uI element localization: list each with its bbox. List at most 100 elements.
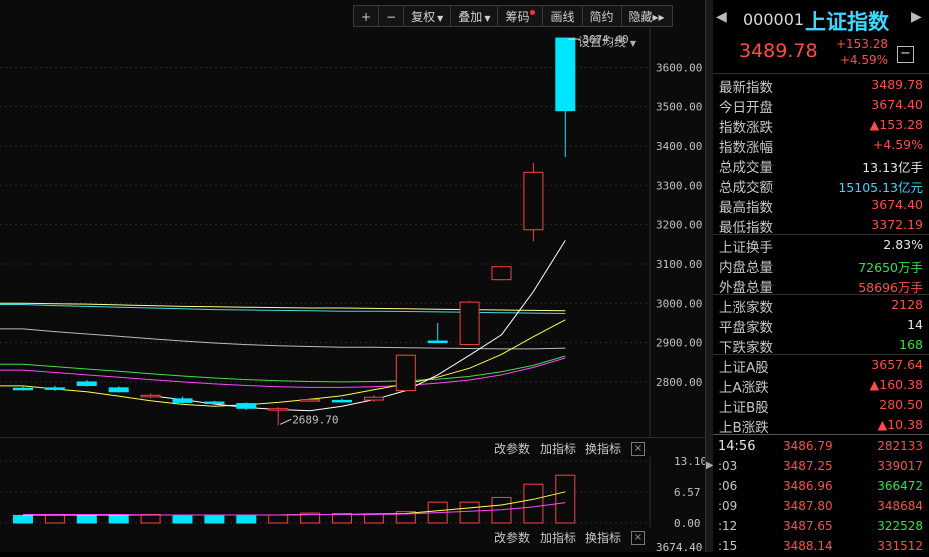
kline-chart-area[interactable]: + − 复权 ▼ 叠加 ▼ 筹码 画线 简约 隐藏▸▸ 设置均线 ▼ 3600.00… [0, 0, 705, 554]
change-value: +153.28 [835, 37, 888, 51]
quote-row-value: 3657.64 [871, 357, 923, 372]
y-tick-label: 3200.00 [656, 219, 702, 232]
change-params-button-2[interactable]: 改参数 [494, 529, 530, 546]
ma120-line [0, 304, 566, 314]
tick-time: :15 [718, 539, 738, 553]
y-tick-label: 3300.00 [656, 179, 702, 192]
candle-up [268, 408, 289, 411]
switch-indicator-button-2[interactable]: 换指标 [585, 529, 621, 546]
volume-bar-up [268, 514, 289, 524]
volume-bar-up [140, 513, 161, 524]
quote-row-value: 3489.78 [871, 77, 923, 92]
quote-row-value: +4.59% [872, 137, 923, 152]
tick-row: :03 3487.25 339017 [713, 457, 929, 477]
overlay-label: 叠加 [458, 10, 483, 24]
candle-up [395, 354, 416, 392]
tick-time: :12 [718, 519, 738, 533]
chips-button[interactable]: 筹码 [497, 5, 543, 27]
quote-row: 外盘总量 58696万手 [713, 275, 929, 296]
quote-row-value: 3674.40 [871, 97, 923, 112]
fuquan-dropdown[interactable]: 复权 ▼ [403, 5, 451, 27]
quote-row-value: 2128 [891, 297, 923, 312]
quote-row-label: 上涨家数 [719, 300, 773, 316]
red-dot-icon [530, 10, 536, 15]
tick-volume: 366472 [877, 479, 923, 493]
quote-row: 今日开盘 3674.40 [713, 95, 929, 116]
quote-row: 指数涨跌 ▲153.28 [713, 115, 929, 136]
quote-row-label: 上B涨跌 [719, 420, 769, 436]
tick-row: :09 3487.80 348684 [713, 497, 929, 517]
sub-tick-label: 6.57 [674, 486, 701, 499]
quote-row-value: 168 [899, 337, 923, 352]
quote-row-label: 最新指数 [719, 80, 773, 96]
quote-row-value: ▲153.28 [869, 117, 923, 132]
volume-bar-down [108, 514, 129, 524]
tick-volume: 282133 [877, 439, 923, 453]
simple-mode-button[interactable]: 简约 [581, 5, 621, 27]
quote-row: 最新指数 3489.78 [713, 75, 929, 96]
quote-row: 最低指数 3372.19 [713, 215, 929, 236]
volume-bar-up [555, 474, 576, 524]
quote-row-value: 72650万手 [858, 260, 923, 275]
quote-row-label: 最高指数 [719, 200, 773, 216]
quote-row-label: 上证A股 [719, 360, 769, 376]
volume-svg: 13.10 6.57 0.00 [0, 455, 705, 527]
candle-down [44, 387, 65, 390]
candle-up [459, 301, 480, 346]
quote-row-value: 14 [907, 317, 923, 332]
simple-mode-label: 简约 [589, 10, 614, 24]
prev-stock-icon[interactable]: ◀ [716, 9, 727, 25]
hide-label: 隐藏 [628, 10, 653, 24]
quote-row-label: 平盘家数 [719, 320, 773, 336]
overlay-dropdown[interactable]: 叠加 ▼ [450, 5, 498, 27]
y-tick-label: 3100.00 [656, 258, 702, 271]
ma5-line [150, 240, 566, 412]
zoom-in-button[interactable]: + [353, 5, 379, 27]
quote-row: 平盘家数 14 [713, 315, 929, 336]
next-stock-icon[interactable]: ▶ [911, 9, 922, 25]
tick-time: :06 [718, 479, 738, 493]
candle-down [236, 403, 257, 409]
minus-icon: − [386, 10, 397, 24]
draw-line-button[interactable]: 画线 [542, 5, 582, 27]
candle-down [13, 387, 33, 391]
quote-row: 上证A股 3657.64 [713, 355, 929, 376]
quote-row-value: 3372.19 [871, 217, 923, 232]
dropdown-arrow-icon: ▼ [484, 14, 491, 23]
tick-time: :09 [718, 499, 738, 513]
add-indicator-button-2[interactable]: 加指标 [540, 529, 576, 546]
volume-bar-down [13, 514, 33, 524]
plus-icon: + [361, 10, 372, 24]
zoom-out-button[interactable]: − [378, 5, 404, 27]
tick-volume: 322528 [877, 519, 923, 533]
candle-down [555, 37, 576, 112]
divider [713, 234, 929, 235]
quote-row-value: ▲10.38 [877, 417, 923, 432]
close-indicator-icon-2[interactable]: × [631, 531, 645, 545]
y-tick-label: 3600.00 [656, 61, 702, 74]
tick-row: 14:56 3486.79 282133 [713, 437, 929, 457]
quote-row-label: 下跌家数 [719, 340, 773, 356]
quote-row: 上证B股 280.50 [713, 395, 929, 416]
ma250-line [0, 302, 566, 312]
tick-price: 3486.79 [783, 439, 833, 453]
tick-volume: 348684 [877, 499, 923, 513]
tick-price: 3487.80 [783, 499, 833, 513]
chart-toolbar: + − 复权 ▼ 叠加 ▼ 筹码 画线 简约 隐藏▸▸ [353, 5, 673, 27]
tick-row: :06 3486.96 366472 [713, 477, 929, 497]
quote-row: 指数涨幅 +4.59% [713, 135, 929, 156]
volume-bar-down [236, 514, 257, 524]
collapse-button[interactable]: − [897, 46, 914, 63]
quote-row: 上A涨跌 ▲160.38 [713, 375, 929, 396]
volume-ma5-line [23, 491, 566, 516]
tick-volume: 339017 [877, 459, 923, 473]
y-tick-label: 2900.00 [656, 337, 702, 350]
low-price-label: 2689.70 [292, 413, 338, 426]
tick-time: :03 [718, 459, 738, 473]
quote-row: 总成交额 15105.13亿元 [713, 175, 929, 196]
quote-row-label: 最低指数 [719, 220, 773, 236]
quote-row: 上B涨跌 ▲10.38 [713, 415, 929, 436]
candle-down [204, 401, 225, 404]
tick-price: 3488.14 [783, 539, 833, 553]
hide-button[interactable]: 隐藏▸▸ [620, 5, 673, 27]
